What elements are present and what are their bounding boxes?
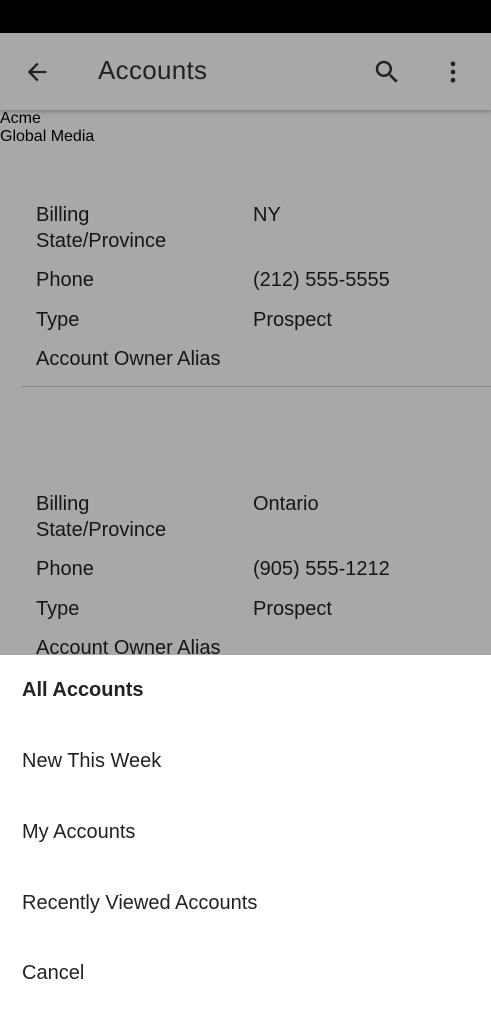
modal-scrim[interactable] (0, 33, 491, 655)
sheet-item-my-accounts[interactable]: My Accounts (22, 797, 491, 868)
sheet-item-all-accounts[interactable]: All Accounts (22, 655, 491, 726)
sheet-item-cancel[interactable]: Cancel (22, 938, 491, 1009)
list-view-bottom-sheet: All Accounts New This Week My Accounts R… (0, 655, 491, 1009)
sheet-item-recently-viewed[interactable]: Recently Viewed Accounts (22, 868, 491, 939)
sheet-item-new-this-week[interactable]: New This Week (22, 726, 491, 797)
status-bar (0, 0, 491, 33)
